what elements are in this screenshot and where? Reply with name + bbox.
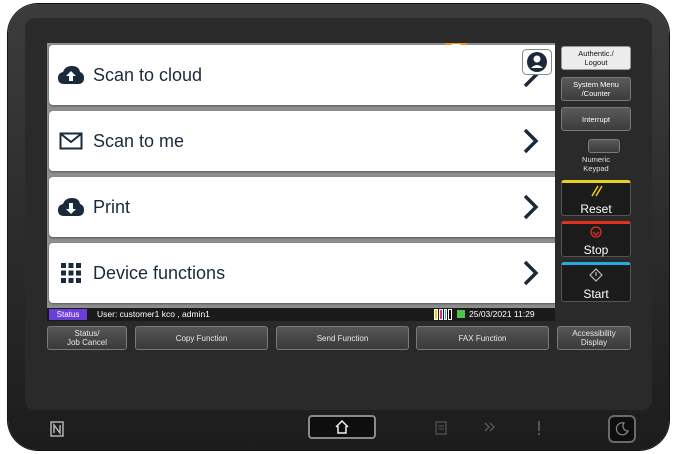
tab-status-job-cancel[interactable]: Status/ Job Cancel — [47, 326, 127, 350]
data-transfer-icon — [484, 422, 496, 432]
tab-copy-function[interactable]: Copy Function — [135, 326, 268, 350]
reset-icon — [591, 185, 603, 197]
chevron-right-icon — [523, 128, 539, 154]
numeric-keypad-label: Numeric Keypad — [582, 155, 610, 173]
envelope-icon — [57, 129, 85, 153]
grid-icon — [57, 261, 85, 285]
system-menu-counter-button[interactable]: System Menu /Counter — [561, 77, 631, 101]
tab-fax-function[interactable]: FAX Function — [416, 326, 549, 350]
tile-label: Print — [93, 196, 131, 217]
power-button[interactable] — [608, 415, 636, 443]
start-label: Start — [583, 287, 609, 301]
attention-icon — [538, 421, 540, 435]
tile-print[interactable]: Print — [49, 177, 555, 237]
chevron-right-icon — [523, 260, 539, 286]
home-icon — [335, 420, 349, 434]
network-status-icon — [457, 310, 465, 318]
tab-send-function[interactable]: Send Function — [276, 326, 409, 350]
start-button[interactable]: Start — [561, 262, 631, 302]
authentication-logout-button[interactable]: Authentic./ Logout — [561, 46, 631, 70]
moon-power-icon — [615, 422, 629, 436]
tile-scan-to-cloud[interactable]: Scan to cloud — [49, 45, 555, 105]
datetime: 25/03/2021 11:29 — [469, 309, 535, 319]
user-profile-icon[interactable] — [522, 49, 552, 75]
numeric-keypad-button[interactable] — [588, 139, 620, 153]
status-button[interactable]: Status — [49, 309, 87, 320]
document-icon — [435, 421, 447, 435]
tab-accessibility-display[interactable]: Accessibility Display — [557, 326, 631, 350]
start-icon — [589, 268, 603, 282]
nfc-icon — [50, 421, 64, 437]
chevron-right-icon — [523, 194, 539, 220]
stop-label: Stop — [583, 243, 609, 257]
cloud-download-icon — [57, 195, 85, 219]
toner-level-icon — [434, 309, 452, 320]
touch-screen: Scan to cloud Scan to me Print Device fu… — [47, 43, 555, 321]
status-bar: Status User: customer1 kco , admin1 25/0… — [47, 308, 555, 321]
user-info-text: User: customer1 kco , admin1 — [97, 309, 210, 319]
tile-device-functions[interactable]: Device functions — [49, 243, 555, 303]
reset-label: Reset — [580, 202, 612, 216]
stop-button[interactable]: Stop — [561, 221, 631, 257]
tile-label: Device functions — [93, 262, 226, 283]
interrupt-button[interactable]: Interrupt — [561, 107, 631, 131]
tile-scan-to-me[interactable]: Scan to me — [49, 111, 555, 171]
stop-icon — [590, 226, 602, 238]
tile-label: Scan to me — [93, 130, 185, 151]
cloud-upload-icon — [57, 63, 85, 87]
reset-button[interactable]: Reset — [561, 180, 631, 216]
tile-label: Scan to cloud — [93, 64, 203, 85]
home-button[interactable] — [308, 415, 376, 439]
